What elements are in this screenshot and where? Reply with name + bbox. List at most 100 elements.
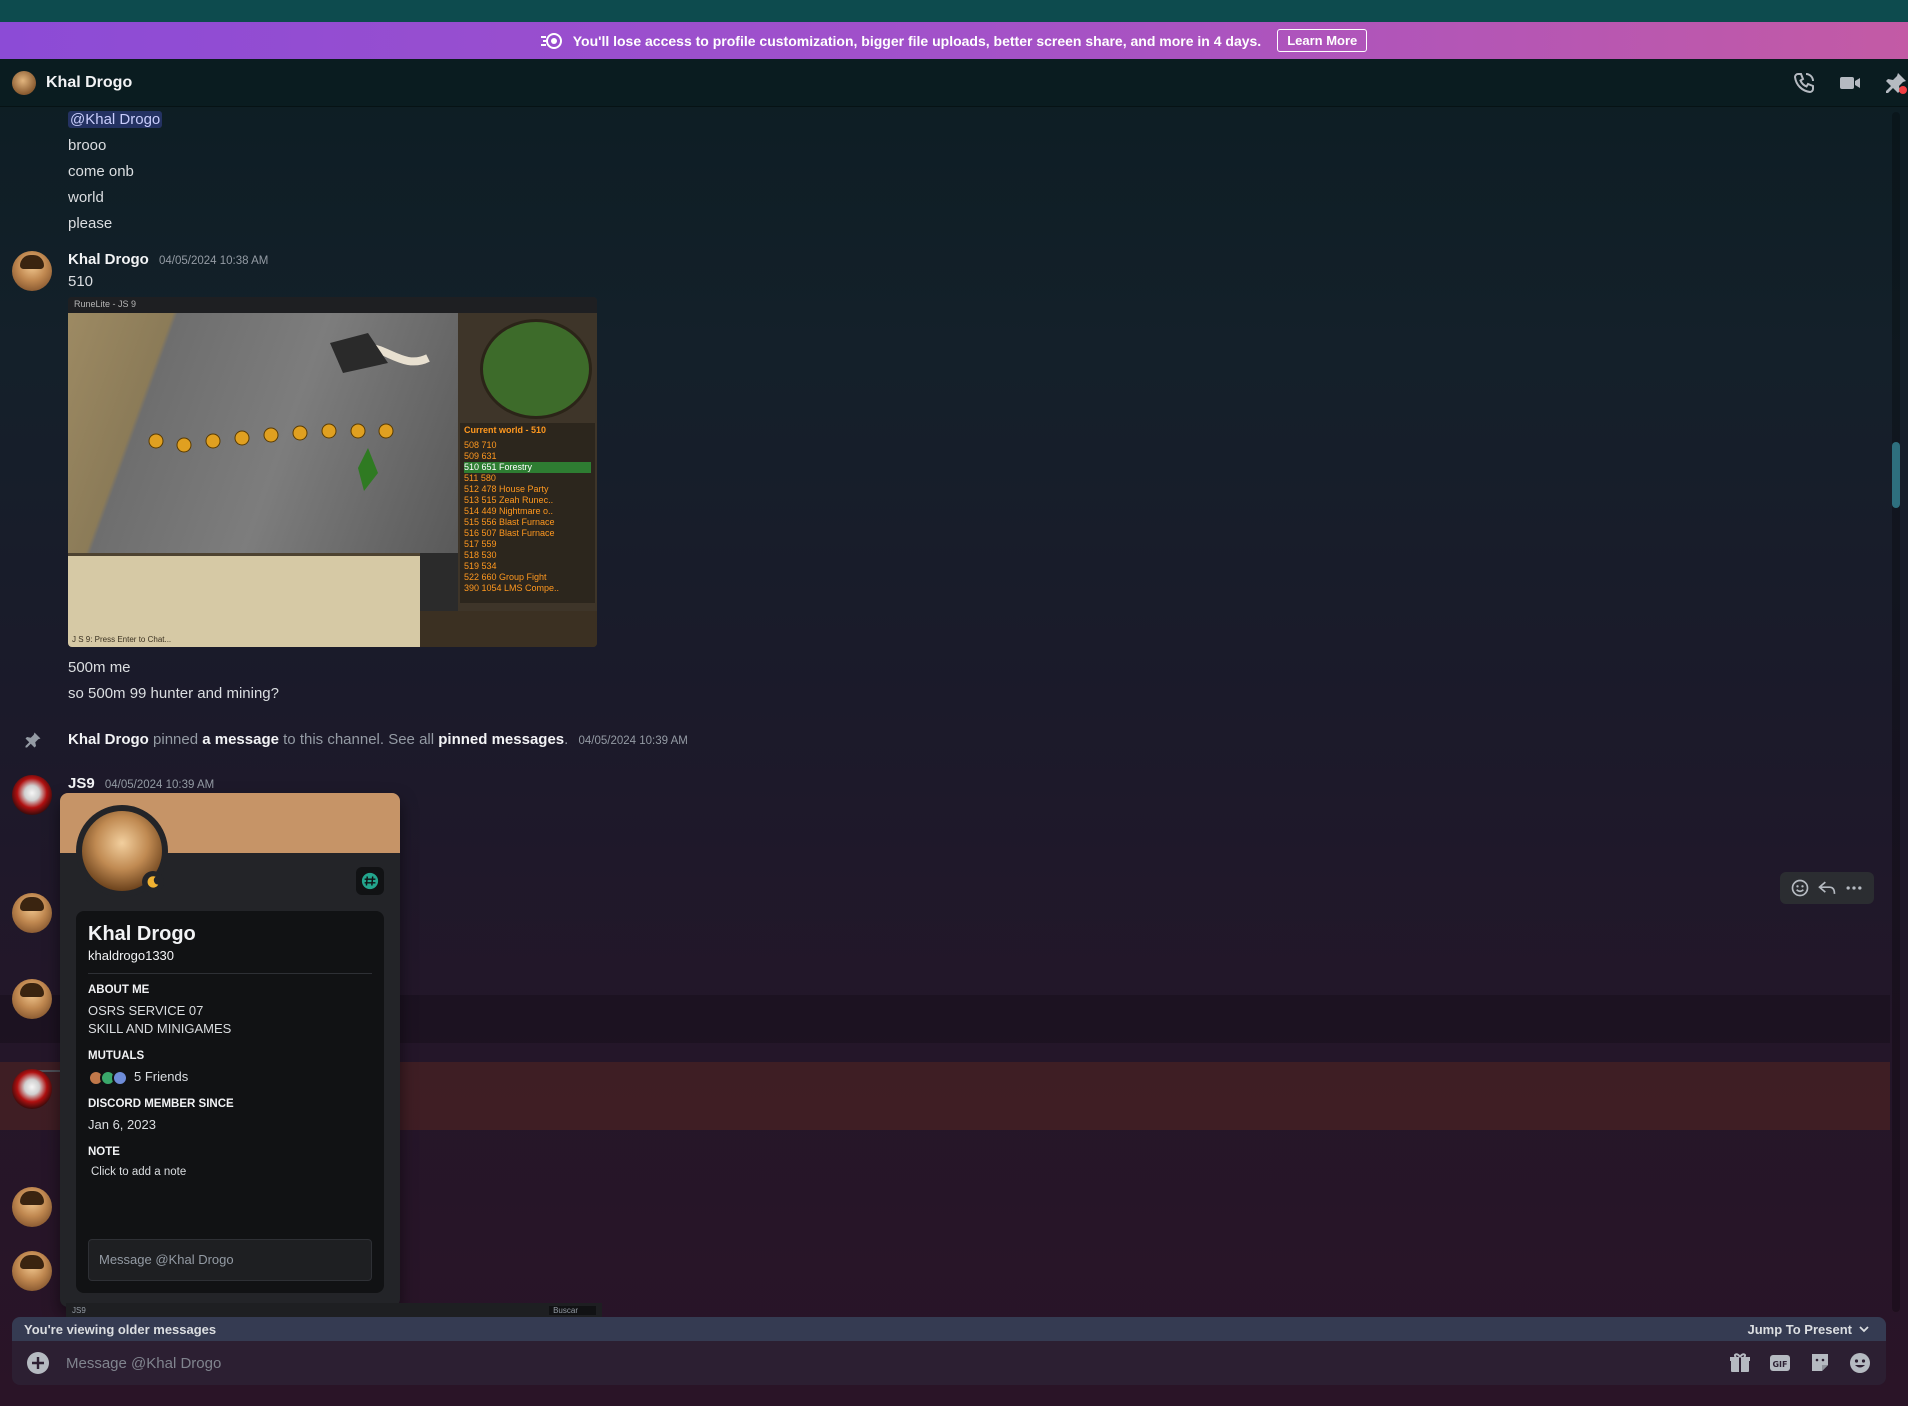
- message-input[interactable]: Message @Khal Drogo: [66, 1355, 1728, 1372]
- profile-body: Khal Drogo khaldrogo1330 About Me OSRS S…: [76, 911, 384, 1293]
- mutual-friends-count: 5 Friends: [134, 1069, 189, 1084]
- message-action-bar: [1780, 872, 1874, 904]
- world-row: 512 478 House Party: [464, 484, 549, 494]
- pin-author[interactable]: Khal Drogo: [68, 731, 149, 748]
- member-since-date: Jan 6, 2023: [88, 1117, 156, 1132]
- older-messages-text: You're viewing older messages: [24, 1321, 217, 1337]
- game-window-titlebar: RuneLite - JS 9: [68, 297, 597, 313]
- about-line: SKILL AND MINIGAMES: [88, 1021, 232, 1036]
- header-avatar[interactable]: [12, 70, 36, 95]
- game-scene: [148, 333, 430, 491]
- message-header: Khal Drogo 04/05/2024 10:38 AM: [68, 251, 268, 268]
- world-row: 516 507 Blast Furnace: [464, 528, 555, 538]
- mutual-avatars: [88, 1069, 128, 1086]
- composer-actions: GIF: [1728, 1351, 1872, 1375]
- about-me-label: About Me: [88, 984, 150, 996]
- message-line: world: [68, 189, 104, 206]
- pin-icon[interactable]: [1884, 71, 1908, 95]
- hash-badge-icon: [361, 872, 379, 890]
- message-line: come onb: [68, 163, 134, 180]
- system-pin-message: Khal Drogo pinned a message to this chan…: [68, 731, 688, 748]
- message-composer: Message @Khal Drogo GIF: [12, 1341, 1886, 1385]
- dm-header: Khal Drogo: [0, 59, 1908, 107]
- pinned-messages-link[interactable]: pinned messages: [438, 731, 564, 748]
- nitro-banner-text: You'll lose access to profile customizat…: [572, 32, 1262, 49]
- gif-icon[interactable]: GIF: [1768, 1351, 1792, 1375]
- message-avatar[interactable]: [12, 893, 52, 933]
- message-avatar[interactable]: [12, 1187, 52, 1227]
- message-avatar[interactable]: [12, 1069, 52, 1109]
- message-image-attachment[interactable]: RuneLite - JS 9 J S 9: Press Enter to Ch…: [68, 297, 597, 647]
- header-actions: [1792, 71, 1908, 95]
- pin-middle-text: to this channel. See all: [283, 731, 435, 748]
- member-since-label: Discord Member Since: [88, 1098, 234, 1110]
- world-row: 518 530: [464, 550, 497, 560]
- message-author[interactable]: JS9: [68, 775, 95, 792]
- chevron-down-icon: [1859, 1326, 1869, 1333]
- about-me-text: OSRS SERVICE 07 SKILL AND MINIGAMES: [88, 1002, 372, 1038]
- profile-display-name: Khal Drogo: [88, 923, 196, 945]
- pin-icon: [25, 732, 41, 748]
- about-line: OSRS SERVICE 07: [88, 1003, 204, 1018]
- jump-to-present-button[interactable]: Jump To Present: [1747, 1322, 1870, 1337]
- world-row: 510 651 Forestry: [464, 462, 591, 473]
- video-icon[interactable]: [1838, 71, 1862, 95]
- nitro-expiry-banner: You'll lose access to profile customizat…: [0, 22, 1908, 59]
- message-author[interactable]: Khal Drogo: [68, 251, 149, 268]
- moon-icon: [147, 876, 159, 888]
- embedded-screenshot-strip: JS9 Buscar: [66, 1303, 602, 1317]
- older-messages-bar: You're viewing older messages Jump To Pr…: [12, 1317, 1886, 1341]
- game-world-view: [68, 313, 458, 553]
- pin-pinned-word: pinned: [153, 731, 199, 748]
- world-row: 508 710: [464, 440, 497, 450]
- message-avatar[interactable]: [12, 1251, 52, 1291]
- window-top-strip: [0, 0, 1908, 22]
- mini-strip-label: JS9: [72, 1305, 86, 1315]
- nitro-icon: [540, 32, 562, 49]
- plus-icon[interactable]: [26, 1351, 50, 1375]
- profile-badge[interactable]: [356, 867, 384, 895]
- pin-period: .: [564, 731, 569, 748]
- message-line: brooo: [68, 137, 107, 154]
- phone-icon[interactable]: [1792, 71, 1816, 95]
- message-avatar[interactable]: [12, 775, 52, 815]
- user-mention[interactable]: @Khal Drogo: [68, 111, 163, 128]
- jump-to-present-label: Jump To Present: [1747, 1321, 1852, 1337]
- scrollbar-thumb[interactable]: [1892, 442, 1900, 508]
- emoji-icon[interactable]: [1848, 1351, 1872, 1375]
- world-list-header: Current world - 510: [464, 425, 547, 435]
- message-avatar[interactable]: [12, 979, 52, 1019]
- world-row: 519 534: [464, 561, 497, 571]
- world-row: 390 1054 LMS Compe..: [464, 583, 560, 593]
- world-row: 517 559: [464, 539, 497, 549]
- gift-icon[interactable]: [1728, 1351, 1752, 1375]
- game-chatbox: J S 9: Press Enter to Chat...: [68, 553, 420, 647]
- message-line: so 500m 99 hunter and mining?: [68, 685, 279, 702]
- message-timestamp: 04/05/2024 10:39 AM: [104, 779, 215, 791]
- svg-text:GIF: GIF: [1772, 1360, 1787, 1369]
- message-line: 500m me: [68, 659, 131, 676]
- header-username[interactable]: Khal Drogo: [46, 74, 132, 92]
- more-icon[interactable]: [1844, 878, 1864, 898]
- reply-icon[interactable]: [1817, 878, 1837, 898]
- chat-scrollbar[interactable]: [1892, 112, 1900, 1312]
- user-profile-popout: Khal Drogo khaldrogo1330 About Me OSRS S…: [60, 793, 400, 1307]
- profile-divider: [88, 973, 372, 974]
- world-row: 509 631: [464, 451, 497, 461]
- world-switcher-list: Current world - 510 508 710 509 631 510 …: [460, 423, 595, 603]
- mutual-friends[interactable]: 5 Friends: [88, 1068, 372, 1086]
- profile-username: khaldrogo1330: [88, 948, 175, 963]
- message-line: 510: [68, 273, 94, 290]
- profile-message-input[interactable]: Message @Khal Drogo: [88, 1239, 372, 1281]
- note-field[interactable]: Click to add a note: [88, 1166, 372, 1178]
- sticker-icon[interactable]: [1808, 1351, 1832, 1375]
- message-timestamp: 04/05/2024 10:38 AM: [159, 255, 269, 267]
- mini-strip-search: Buscar: [549, 1305, 596, 1315]
- pinned-message-link[interactable]: a message: [202, 731, 279, 748]
- game-chat-prompt: J S 9: Press Enter to Chat...: [72, 635, 172, 644]
- world-row: 515 556 Blast Furnace: [464, 517, 555, 527]
- pin-timestamp: 04/05/2024 10:39 AM: [578, 735, 688, 747]
- message-avatar[interactable]: [12, 251, 52, 291]
- learn-more-button[interactable]: Learn More: [1277, 29, 1368, 52]
- reaction-icon[interactable]: [1790, 878, 1810, 898]
